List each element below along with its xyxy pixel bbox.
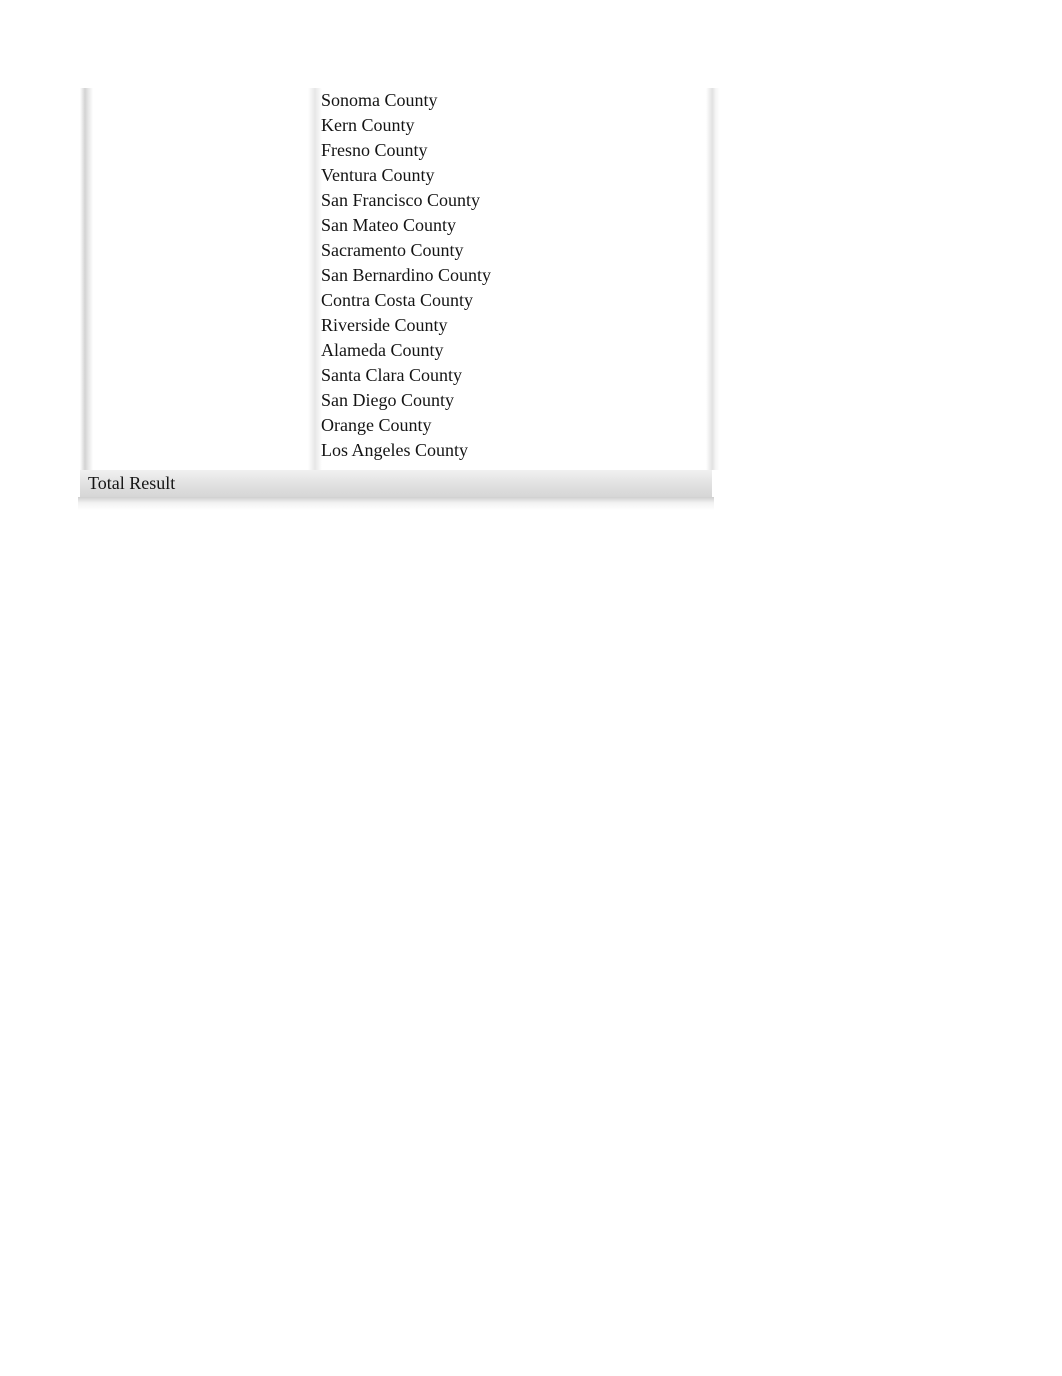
county-name-cell: Alameda County [321,340,444,360]
county-name-cell: Contra Costa County [321,290,473,310]
table-row: San Bernardino County [80,263,712,288]
total-result-label: Total Result [88,473,176,493]
group-cell [80,338,321,363]
table-row: Santa Clara County [80,363,712,388]
table-row: Sonoma County [80,88,712,113]
county-name-cell: Riverside County [321,315,448,335]
group-cell [80,313,321,338]
group-cell [80,163,321,188]
table-row: Ventura County [80,163,712,188]
table-row: Orange County [80,413,712,438]
group-cell [80,388,321,413]
county-name-cell: Fresno County [321,140,428,160]
group-cell [80,138,321,163]
table-row: Riverside County [80,313,712,338]
table-row: San Mateo County [80,213,712,238]
county-name-cell: Kern County [321,115,415,135]
county-name-cell: Ventura County [321,165,435,185]
table-row: Sacramento County [80,238,712,263]
table-row: Fresno County [80,138,712,163]
group-cell [80,188,321,213]
county-report-table: Sonoma County Kern County Fresno County Ven… [78,88,720,510]
table-row: San Francisco County [80,188,712,213]
table-row: Alameda County [80,338,712,363]
county-name-cell: San Mateo County [321,215,456,235]
group-cell [80,113,321,138]
table-row: Kern County [80,113,712,138]
group-cell [80,413,321,438]
table-row: Los Angeles County [80,438,712,463]
group-cell [80,88,321,113]
group-cell [80,438,321,463]
county-name-cell: Los Angeles County [321,440,468,460]
county-name-cell: Sacramento County [321,240,464,260]
county-name-cell: San Diego County [321,390,454,410]
table-row: San Diego County [80,388,712,413]
county-name-cell: Santa Clara County [321,365,462,385]
group-cell [80,213,321,238]
group-cell [80,363,321,388]
group-cell [80,263,321,288]
group-cell [80,288,321,313]
county-name-cell: Orange County [321,415,432,435]
total-result-row: Total Result [78,470,714,510]
county-row-list: Sonoma County Kern County Fresno County Ven… [80,88,712,463]
county-name-cell: Sonoma County [321,90,438,110]
group-cell [80,238,321,263]
county-name-cell: San Francisco County [321,190,480,210]
county-name-cell: San Bernardino County [321,265,491,285]
table-row: Contra Costa County [80,288,712,313]
